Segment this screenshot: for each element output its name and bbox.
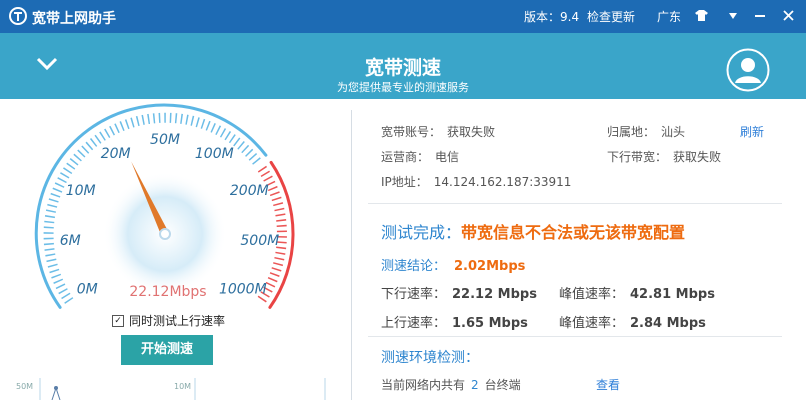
page-subtitle: 为您提供最专业的测速服务 bbox=[337, 81, 469, 94]
home-location-label: 归属地： bbox=[607, 125, 656, 139]
download-peak-rate: 峰值速率： 42.81 Mbps bbox=[559, 283, 715, 302]
isp-label: 运营商： bbox=[381, 150, 430, 164]
version-label: 版本：9.4 bbox=[524, 10, 580, 24]
app-title: 宽带上网助手 bbox=[32, 11, 116, 27]
gauge-tick-label: 20M bbox=[101, 146, 131, 162]
environment-check-title: 测速环境检测： bbox=[381, 350, 479, 366]
device-count-value: 2 bbox=[471, 378, 479, 392]
broadband-account-value: 获取失败 bbox=[447, 125, 496, 139]
mini-chart-point bbox=[54, 386, 58, 390]
minimize-icon[interactable] bbox=[755, 15, 765, 17]
upload-rate: 上行速率： 1.65 Mbps bbox=[381, 312, 528, 331]
test-result-message: 带宽信息不合法或无该带宽配置 bbox=[461, 223, 686, 242]
upload-rate-label: 上行速率： bbox=[381, 316, 447, 331]
region-label: 广东 bbox=[657, 10, 682, 24]
isp-row: 运营商： 电信 bbox=[381, 148, 459, 165]
avatar[interactable] bbox=[726, 48, 770, 92]
title-bar: 宽带上网助手 版本：9.4 检查更新 广东 bbox=[0, 0, 806, 33]
test-conclusion-label: 测速结论： bbox=[381, 259, 447, 274]
ip-address-value: 14.124.162.187:33911 bbox=[433, 175, 572, 189]
broadband-account-row: 宽带账号： 获取失败 bbox=[381, 123, 495, 140]
speed-reading: 22.12Mbps bbox=[129, 284, 206, 300]
speed-history-chart: 50M 10M bbox=[16, 378, 326, 400]
upload-rate-value: 1.65 Mbps bbox=[452, 316, 528, 331]
gauge-needle-pivot bbox=[159, 228, 171, 240]
download-rate-value: 22.12 Mbps bbox=[452, 287, 537, 302]
broadband-account-label: 宽带账号： bbox=[381, 125, 442, 139]
download-rate: 下行速率： 22.12 Mbps bbox=[381, 283, 537, 302]
gauge-tick-label: 50M bbox=[150, 132, 180, 148]
home-location-row: 归属地： 汕头 bbox=[607, 123, 685, 140]
ip-address-row: IP地址： 14.124.162.187:33911 bbox=[381, 173, 571, 190]
sync-upload-label: 同时测试上行速率 bbox=[129, 314, 226, 328]
gauge-tick-label: 0M bbox=[77, 282, 98, 298]
gauge-tick-label: 500M bbox=[240, 233, 279, 249]
download-peak-value: 42.81 Mbps bbox=[630, 287, 715, 302]
page-title: 宽带测速 bbox=[364, 57, 441, 79]
test-result-prefix: 测试完成： bbox=[381, 223, 462, 242]
header-banner: 宽带测速 为您提供最专业的测速服务 bbox=[0, 33, 806, 99]
upload-peak-rate: 峰值速率： 2.84 Mbps bbox=[559, 312, 706, 331]
check-update-link[interactable]: 检查更新 bbox=[587, 8, 635, 25]
shirt-icon[interactable] bbox=[695, 10, 708, 21]
ip-address-label: IP地址： bbox=[381, 175, 428, 189]
app-logo-icon bbox=[9, 7, 27, 25]
downlink-bandwidth-label: 下行带宽： bbox=[607, 150, 668, 164]
gauge-tick-label: 6M bbox=[60, 233, 81, 249]
result-separator bbox=[368, 336, 782, 337]
mini-chart-label-50m: 50M bbox=[16, 382, 33, 391]
sync-upload-option[interactable]: ✓ 同时测试上行速率 bbox=[112, 312, 225, 329]
view-devices-link[interactable]: 查看 bbox=[596, 376, 620, 393]
start-test-button[interactable]: 开始测速 bbox=[121, 335, 213, 365]
mini-chart-label-10m: 10M bbox=[174, 382, 191, 391]
gauge-tick-label: 100M bbox=[195, 146, 234, 162]
device-count-row: 当前网络内共有 2 台终端 bbox=[381, 376, 521, 393]
download-peak-label: 峰值速率： bbox=[559, 287, 625, 302]
refresh-link[interactable]: 刷新 bbox=[740, 123, 764, 140]
gauge-tick-label: 10M bbox=[66, 183, 96, 199]
panel-divider bbox=[351, 110, 352, 400]
dropdown-icon[interactable] bbox=[729, 13, 737, 19]
device-count-prefix: 当前网络内共有 bbox=[381, 378, 466, 392]
downlink-bandwidth-value: 获取失败 bbox=[673, 150, 722, 164]
gauge-tick-label: 200M bbox=[230, 183, 269, 199]
upload-peak-label: 峰值速率： bbox=[559, 316, 625, 331]
sync-upload-checkbox[interactable]: ✓ bbox=[112, 314, 124, 327]
gauge-tick-label: 1000M bbox=[219, 282, 267, 298]
device-count-suffix: 台终端 bbox=[484, 378, 521, 392]
test-result-title: 测试完成：带宽信息不合法或无该带宽配置 bbox=[381, 219, 685, 243]
test-conclusion-value: 2.02Mbps bbox=[454, 259, 526, 274]
home-location-value: 汕头 bbox=[661, 125, 686, 139]
close-icon[interactable] bbox=[783, 10, 794, 21]
download-rate-label: 下行速率： bbox=[381, 287, 447, 302]
downlink-bandwidth-row: 下行带宽： 获取失败 bbox=[607, 148, 721, 165]
isp-value: 电信 bbox=[435, 150, 460, 164]
test-conclusion: 测速结论： 2.02Mbps bbox=[381, 255, 525, 274]
upload-peak-value: 2.84 Mbps bbox=[630, 316, 706, 331]
speed-gauge: 0M 6M 10M 20M 50M 100M 200M 500M 1000M 22.12Mbps bbox=[34, 103, 295, 309]
info-separator bbox=[368, 203, 782, 204]
